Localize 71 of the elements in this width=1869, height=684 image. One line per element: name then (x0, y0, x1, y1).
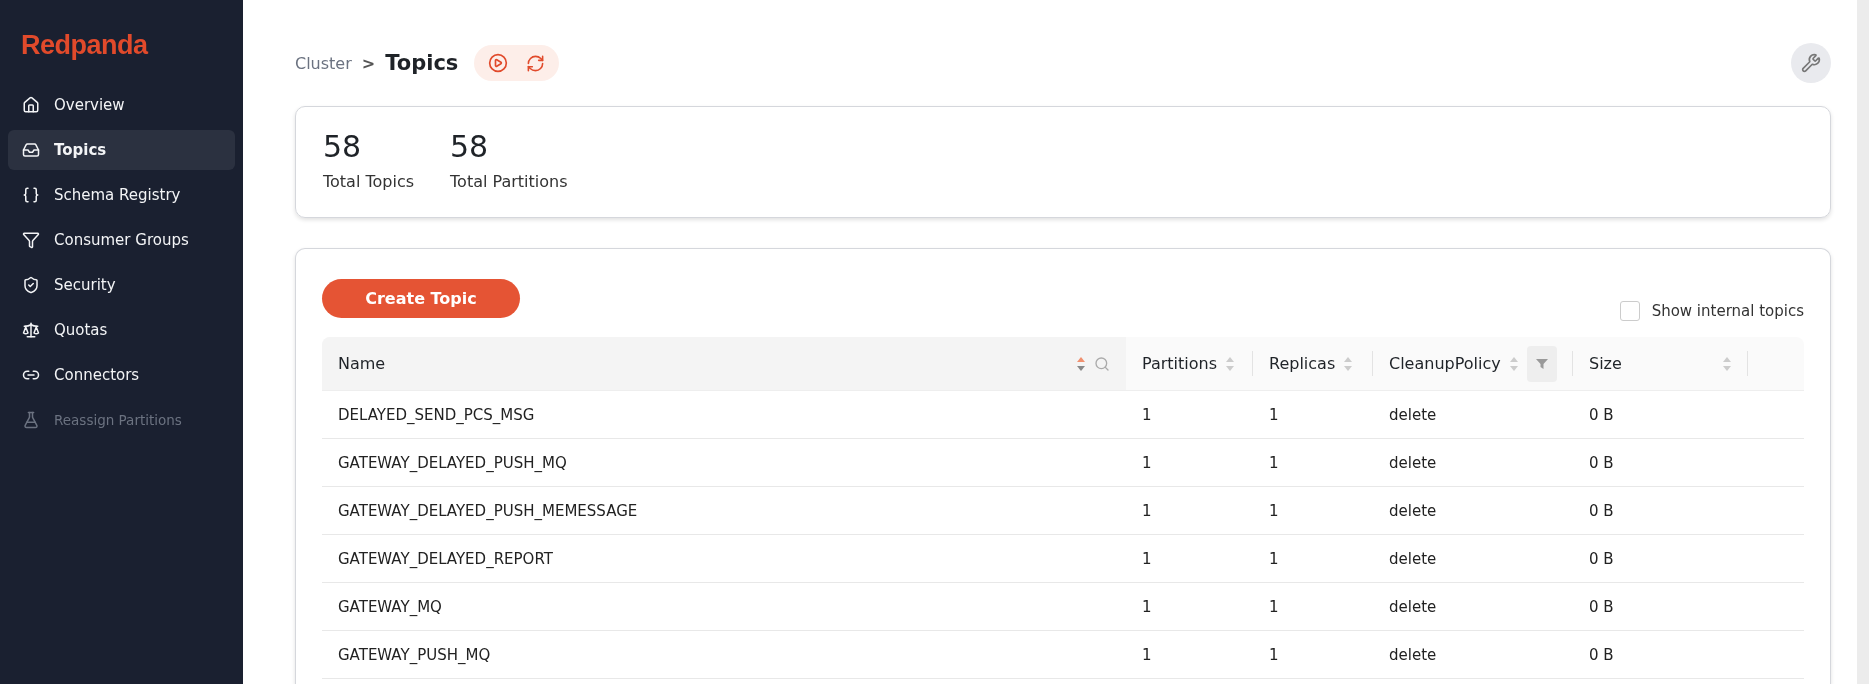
column-header[interactable]: Replicas (1253, 337, 1373, 390)
table-cell-text: 0 B (1588, 500, 1615, 522)
table-cell-text: 1 (1268, 404, 1280, 426)
tray-icon (22, 141, 40, 159)
home-icon (22, 96, 40, 114)
table-cell-text: 1 (1268, 500, 1280, 522)
show-internal-checkbox[interactable]: Show internal topics (1619, 301, 1804, 321)
table-cell-text: 0 B (1588, 548, 1615, 570)
create-topic-button[interactable]: Create Topic (322, 278, 520, 318)
table-cell-text: GATEWAY_DELAYED_PUSH_MEMESSAGE (337, 500, 639, 522)
table-cell-text: GATEWAY_DELAYED_REPORT (337, 548, 554, 570)
nav-item[interactable]: Connectors (8, 355, 235, 395)
sort-icon[interactable] (1343, 355, 1354, 372)
stat-value: 58 (323, 129, 363, 164)
braces-icon (22, 186, 40, 204)
table-cell-text: 1 (1141, 644, 1153, 666)
nav-item[interactable]: Schema Registry (8, 175, 235, 215)
settings-button[interactable] (1791, 43, 1831, 83)
table-cell-text: 1 (1141, 500, 1153, 522)
checkbox[interactable] (1619, 301, 1640, 321)
table-cell-text: delete (1388, 452, 1438, 474)
table-cell-text: delete (1388, 404, 1438, 426)
table-cell-text: 1 (1141, 404, 1153, 426)
flask-icon (22, 411, 40, 429)
nav-item[interactable]: Security (8, 265, 235, 305)
column-header[interactable]: Size (1573, 337, 1748, 390)
nav-item[interactable]: Overview (8, 85, 235, 125)
table-cell-text: 0 B (1588, 452, 1615, 474)
table-cell-text: 1 (1268, 452, 1280, 474)
stat-value: 58 (450, 129, 490, 164)
refresh-icon[interactable] (526, 53, 546, 73)
table-cell-text: GATEWAY_MQ (337, 596, 443, 618)
scale-icon (22, 321, 40, 339)
search-icon[interactable] (1094, 355, 1110, 372)
table-cell-text: 1 (1141, 548, 1153, 570)
table-cell-text: 1 (1268, 644, 1280, 666)
sort-icon[interactable] (1722, 355, 1732, 372)
stat-label: Total Partitions (450, 172, 568, 191)
play-icon[interactable] (488, 53, 509, 73)
nav-item[interactable]: Consumer Groups (8, 220, 235, 260)
table-cell-text: GATEWAY_PUSH_MQ (337, 644, 492, 666)
table-cell-text: delete (1388, 644, 1438, 666)
stat-label: Total Topics (323, 172, 415, 191)
table-cell-text: 0 B (1588, 596, 1615, 618)
sort-icon[interactable] (1076, 355, 1086, 372)
logo[interactable]: Redpanda (21, 30, 148, 61)
shield-icon (22, 276, 40, 294)
table-cell-text: 0 B (1588, 404, 1615, 426)
nav-item[interactable]: Quotas (8, 310, 235, 350)
sort-icon[interactable] (1508, 355, 1519, 372)
table-cell-text: DELAYED_SEND_PCS_MSG (337, 404, 536, 426)
table-cell-text: delete (1388, 548, 1438, 570)
table-cell-text: 1 (1141, 596, 1153, 618)
breadcrumb-separator: > (361, 53, 376, 73)
table-cell-text: 1 (1268, 548, 1280, 570)
table-cell-text: 1 (1268, 596, 1280, 618)
sort-icon[interactable] (1225, 355, 1235, 372)
column-header[interactable]: CleanupPolicy (1373, 337, 1573, 390)
table-cell-text: delete (1388, 596, 1438, 618)
column-header[interactable]: Partitions (1126, 337, 1253, 390)
wrench-icon (1801, 53, 1821, 73)
table-cell-text: GATEWAY_DELAYED_PUSH_MQ (337, 452, 568, 474)
column-header[interactable]: Name (322, 337, 1126, 390)
nav-item[interactable]: Topics (8, 130, 235, 170)
table-cell-text: delete (1388, 500, 1438, 522)
breadcrumb-link[interactable]: Cluster (295, 53, 352, 73)
table-cell-text: 1 (1141, 452, 1153, 474)
table-cell-text: 0 B (1588, 644, 1615, 666)
funnel-icon (22, 231, 40, 249)
filter-icon[interactable] (1526, 345, 1557, 382)
page-title: Topics (385, 51, 459, 75)
